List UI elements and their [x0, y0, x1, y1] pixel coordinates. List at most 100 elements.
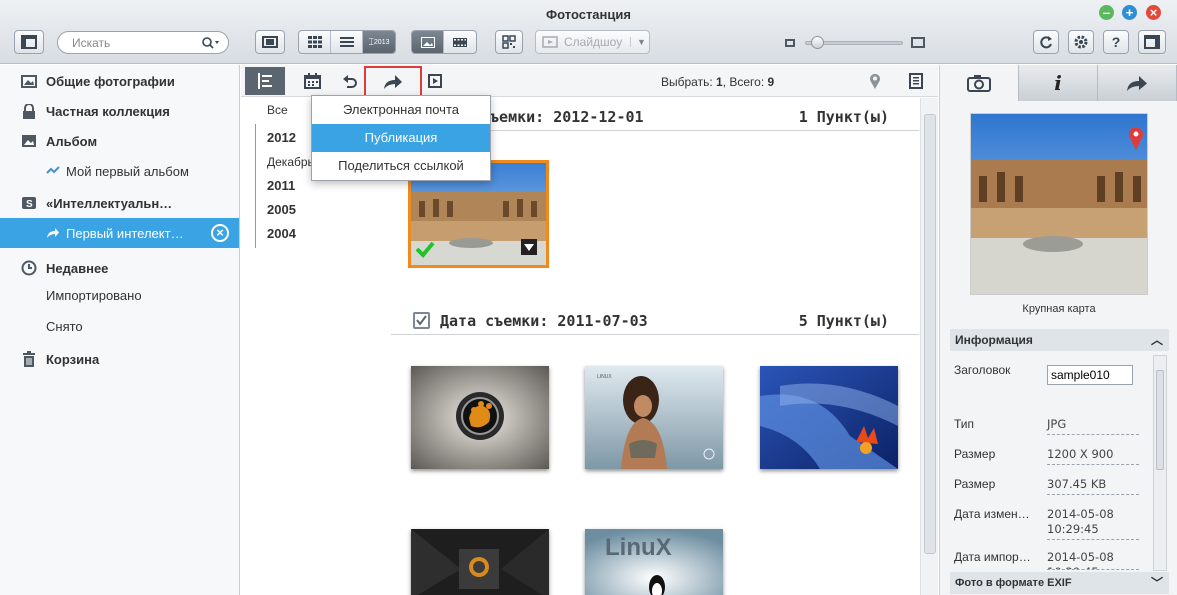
info-value: 2014-05-08 10:29:45 — [1047, 507, 1139, 540]
sidebar-item-label: Снято — [46, 318, 83, 334]
maximize-button[interactable]: + — [1122, 5, 1137, 20]
grid-view-button[interactable] — [299, 31, 331, 53]
timeline-year-2011[interactable]: 2011 — [267, 178, 295, 193]
info-panel-tabs: i — [940, 65, 1177, 101]
sidebar-item-private[interactable]: Частная коллекция — [0, 96, 239, 126]
help-button[interactable]: ? — [1103, 30, 1129, 54]
lock-icon — [20, 103, 38, 119]
qr-code-button[interactable] — [495, 30, 523, 54]
panel-right-icon — [1144, 35, 1160, 49]
info-key: Размер — [954, 447, 996, 461]
timeline-all[interactable]: Все — [267, 103, 288, 117]
sidebar-item-label: Мой первый альбом — [66, 163, 189, 179]
refresh-button[interactable] — [1033, 30, 1059, 54]
sidebar-item-shared-photos[interactable]: Общие фотографии — [0, 66, 239, 96]
settings-button[interactable] — [1068, 30, 1094, 54]
timeline-year-2005[interactable]: 2005 — [267, 202, 296, 217]
tab-preview[interactable] — [940, 65, 1019, 101]
calendar-button[interactable] — [292, 67, 332, 95]
info-key: Заголовок — [954, 363, 1011, 377]
sidebar-item-trash[interactable]: Корзина — [0, 344, 239, 374]
sidebar-item-taken[interactable]: Снято — [0, 311, 239, 341]
date-view-badge: 2013 — [373, 38, 390, 46]
sidebar-item-recent[interactable]: Недавнее — [0, 253, 239, 283]
map-location-button[interactable] — [855, 67, 895, 95]
location-pin-icon — [870, 73, 880, 89]
sidebar-item-smart-album[interactable]: S «Интеллектуальн… — [0, 188, 239, 218]
image-icon — [420, 36, 435, 48]
photo-thumbnail-rose-logo[interactable] — [411, 366, 549, 469]
share-menu-share-link[interactable]: Поделиться ссылкой — [312, 152, 490, 180]
select-value: 1 — [716, 75, 723, 89]
close-button[interactable]: × — [1146, 5, 1161, 20]
sidebar-item-first-smart-album[interactable]: Первый интелект… × — [0, 218, 239, 248]
slideshow-icon — [542, 36, 558, 48]
document-icon — [909, 73, 923, 89]
photo-preview[interactable] — [970, 113, 1148, 295]
large-map-link[interactable]: Крупная карта — [940, 303, 1177, 315]
photo-thumbnail-dark-logo[interactable] — [411, 529, 549, 595]
sidebar-item-imported[interactable]: Импортировано — [0, 280, 239, 310]
video-mode-button[interactable] — [444, 31, 476, 53]
share-button[interactable] — [364, 66, 422, 97]
thumbnail-size-slider[interactable] — [785, 36, 925, 50]
sidebar: Общие фотографии Частная коллекция Альбо… — [0, 65, 240, 595]
timeline-year-2012[interactable]: 2012 — [267, 130, 296, 145]
slideshow-dropdown-icon[interactable]: ▼ — [630, 37, 646, 47]
remove-icon[interactable]: × — [211, 224, 229, 242]
tab-share[interactable] — [1098, 65, 1177, 101]
minimize-button[interactable]: – — [1099, 5, 1114, 20]
search-input[interactable] — [72, 35, 202, 50]
content-scrollbar[interactable] — [920, 98, 938, 595]
info-key: Дата импор… — [954, 550, 1031, 564]
sidebar-item-album[interactable]: Альбом — [0, 126, 239, 156]
photo-thumbnail-windows-wave[interactable] — [760, 366, 898, 469]
info-row-type: Тип JPG — [954, 417, 1144, 447]
select-label: Выбрать: — [661, 75, 713, 89]
sidebar-item-label: Альбом — [46, 133, 98, 149]
photo-thumbnail-linux-penguin[interactable]: LinuX — [585, 529, 723, 595]
tab-info[interactable]: i — [1019, 65, 1098, 101]
info-scrollbar[interactable] — [1153, 355, 1167, 571]
large-size-icon — [911, 37, 925, 48]
selection-count: Выбрать: 1, Всего: 9 — [661, 75, 775, 89]
toggle-sidebar-button[interactable] — [14, 30, 44, 54]
slider-handle[interactable] — [811, 36, 824, 49]
sidebar-item-my-first-album[interactable]: Мой первый альбом — [0, 156, 239, 186]
info-row-filesize: Размер 307.45 KB — [954, 477, 1144, 507]
timeline-month-december[interactable]: Декабрь — [267, 155, 314, 169]
photo-thumbnail-woman-linux[interactable]: LINUX — [585, 366, 723, 469]
timeline-year-2004[interactable]: 2004 — [267, 226, 296, 241]
play-video-button[interactable] — [415, 67, 455, 95]
chevron-up-icon: ︿ — [1150, 333, 1163, 347]
title-input[interactable] — [1047, 365, 1133, 385]
grid-icon — [307, 36, 322, 48]
info-key: Дата измен… — [954, 507, 1030, 521]
info-section-header[interactable]: Информация ︿ — [950, 329, 1169, 351]
list-view-button[interactable] — [331, 31, 363, 53]
slideshow-button[interactable]: Слайдшоу ▼ — [535, 30, 650, 54]
photo-mode-button[interactable] — [412, 31, 444, 53]
slideshow-label: Слайдшоу — [564, 35, 623, 49]
info-icon: i — [1054, 71, 1062, 95]
gear-icon — [1074, 35, 1088, 49]
toggle-info-panel-button[interactable] — [1138, 30, 1166, 54]
info-scrollbar-thumb[interactable] — [1156, 370, 1164, 470]
info-value: 307.45 KB — [1047, 477, 1139, 495]
share-menu-email[interactable]: Электронная почта — [312, 96, 490, 124]
woman-linux-photo: LINUX — [585, 366, 723, 469]
section-checkbox[interactable] — [413, 312, 430, 329]
share-menu-publish[interactable]: Публикация — [312, 124, 490, 152]
section-count: 1 Пункт(ы) — [798, 108, 889, 126]
dark-logo-photo — [411, 529, 549, 595]
scrollbar-thumb[interactable] — [924, 114, 936, 554]
content-toolbar: Выбрать: 1, Всего: 9 — [241, 65, 938, 97]
date-view-button[interactable]: ⌶ 2013 — [363, 31, 395, 53]
total-label: Всего: — [729, 75, 765, 89]
search-icon[interactable] — [202, 36, 220, 49]
exif-section-header[interactable]: Фото в формате EXIF ﹀ — [950, 572, 1169, 594]
timeline-toggle-button[interactable] — [245, 67, 285, 95]
details-button[interactable] — [896, 67, 936, 95]
filmstrip-button[interactable] — [255, 30, 285, 54]
search-box[interactable] — [57, 31, 229, 54]
